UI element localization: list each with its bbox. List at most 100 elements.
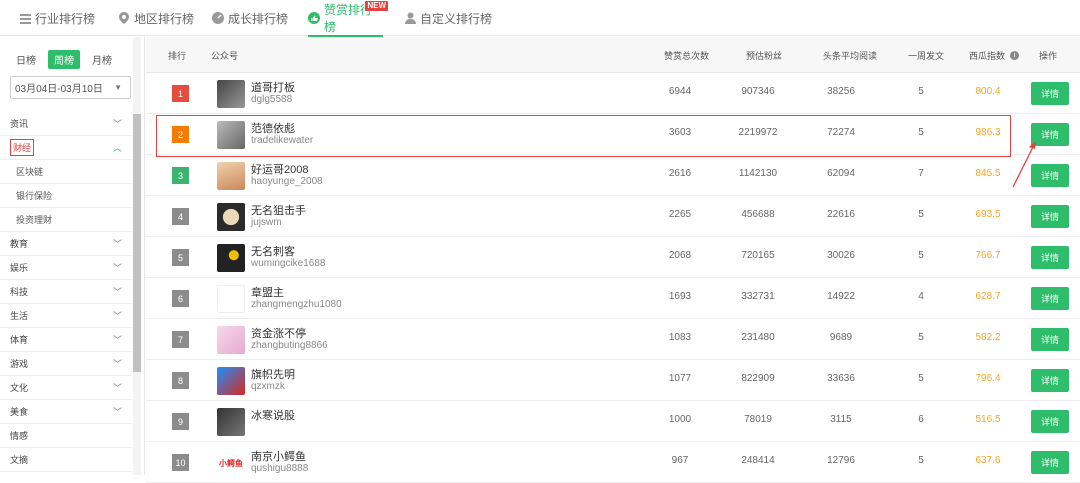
- account-name[interactable]: 旗帜先明: [251, 368, 295, 382]
- rank-badge: 8: [172, 372, 189, 389]
- chevron-up-icon: ︿: [112, 143, 122, 153]
- date-range-value: 03月04日-03月10日: [15, 84, 103, 95]
- chevron-down-icon: ﹀: [112, 311, 122, 321]
- table-row: 8 旗帜先明 qzxmzk 1077 822909 33636 5 796.4 …: [146, 360, 1080, 401]
- avatar[interactable]: [217, 162, 245, 190]
- category-culture[interactable]: 文化 ﹀: [0, 376, 132, 400]
- category-tech[interactable]: 科技 ﹀: [0, 280, 132, 304]
- header-appreciations[interactable]: 赞赏总次数: [664, 37, 709, 73]
- rank-badge: 3: [172, 167, 189, 184]
- xigua-index: 628.7: [975, 291, 1001, 302]
- weekly-posts: 5: [918, 373, 924, 384]
- period-month[interactable]: 月榜: [86, 50, 118, 69]
- new-badge: NEW: [365, 1, 388, 11]
- tab-growth[interactable]: 成长排行榜: [212, 0, 288, 36]
- subcategory-investment[interactable]: 投资理财: [0, 208, 132, 232]
- category-finance[interactable]: 财经 ︿: [0, 136, 132, 160]
- header-account: 公众号: [211, 50, 239, 61]
- avg-read: 38256: [827, 86, 855, 97]
- tab-region[interactable]: 地区排行榜: [118, 0, 194, 36]
- avatar[interactable]: [217, 203, 245, 231]
- xigua-index: 986.3: [975, 127, 1001, 138]
- subcategory-blockchain[interactable]: 区块链: [0, 160, 132, 184]
- category-education[interactable]: 教育 ﹀: [0, 232, 132, 256]
- avatar[interactable]: [217, 80, 245, 108]
- location-pin-icon: [118, 12, 130, 24]
- table-header: 排行 公众号 赞赏总次数 预估粉丝 头条平均阅读 一周发文 西瓜指数 i 操作: [146, 37, 1080, 73]
- avatar[interactable]: [217, 326, 245, 354]
- category-games[interactable]: 游戏 ﹀: [0, 352, 132, 376]
- avg-read: 14922: [827, 291, 855, 302]
- detail-button[interactable]: 详情: [1031, 369, 1069, 392]
- account-name[interactable]: 南京小鳄鱼: [251, 450, 306, 464]
- info-icon[interactable]: i: [1010, 50, 1020, 60]
- account-name[interactable]: 范德依彪: [251, 122, 295, 136]
- xigua-index: 845.5: [975, 168, 1001, 179]
- subcategory-banking-insurance[interactable]: 银行保险: [0, 184, 132, 208]
- tab-custom[interactable]: 自定义排行榜: [404, 0, 492, 36]
- avatar[interactable]: [217, 244, 245, 272]
- avatar-logo-text: 小鳄鱼: [219, 458, 243, 468]
- category-entertainment[interactable]: 娱乐 ﹀: [0, 256, 132, 280]
- detail-button[interactable]: 详情: [1031, 451, 1069, 474]
- appreciation-count: 1693: [668, 291, 692, 302]
- account-name[interactable]: 无名刺客: [251, 245, 295, 259]
- detail-button[interactable]: 详情: [1031, 287, 1069, 310]
- detail-button[interactable]: 详情: [1031, 410, 1069, 433]
- weekly-posts: 4: [918, 291, 924, 302]
- avg-read: 62094: [827, 168, 855, 179]
- account-name[interactable]: 资金涨不停: [251, 327, 306, 341]
- ranking-table: 1 道哥打板 dglg5588 6944 907346 38256 5 800.…: [146, 73, 1080, 483]
- avg-read: 9689: [829, 332, 853, 343]
- account-id: haoyunge_2008: [251, 176, 323, 187]
- tab-industry[interactable]: 行业排行榜: [19, 0, 95, 36]
- date-range-select[interactable]: 03月04日-03月10日 ▼: [10, 76, 131, 99]
- table-row: 10 小鳄鱼 南京小鳄鱼 qushigu8888 967 248414 1279…: [146, 442, 1080, 483]
- account-name[interactable]: 道哥打板: [251, 81, 295, 95]
- account-name[interactable]: 好运哥2008: [251, 163, 308, 177]
- estimated-fans: 720165: [741, 250, 775, 261]
- weekly-posts: 5: [918, 455, 924, 466]
- avatar[interactable]: [217, 285, 245, 313]
- account-name[interactable]: 冰寒说股: [251, 409, 295, 423]
- tab-label: 自定义排行榜: [420, 11, 493, 26]
- table-row: 4 无名狙击手 jujswm 2265 456688 22616 5 693.5…: [146, 196, 1080, 237]
- account-name[interactable]: 无名狙击手: [251, 204, 306, 218]
- period-switch: 日榜 周榜 月榜: [10, 50, 118, 69]
- thumbs-up-icon: [308, 12, 320, 24]
- header-fans[interactable]: 预估粉丝: [746, 37, 782, 73]
- table-row: 6 章盟主 zhangmengzhu1080 1693 332731 14922…: [146, 278, 1080, 319]
- category-life[interactable]: 生活 ﹀: [0, 304, 132, 328]
- detail-button[interactable]: 详情: [1031, 246, 1069, 269]
- scrollbar-thumb[interactable]: [133, 114, 141, 372]
- account-name[interactable]: 章盟主: [251, 286, 284, 300]
- weekly-posts: 5: [918, 127, 924, 138]
- period-day[interactable]: 日榜: [10, 50, 42, 69]
- category-food[interactable]: 美食 ﹀: [0, 400, 132, 424]
- header-avg-read[interactable]: 头条平均阅读: [823, 37, 877, 73]
- period-week[interactable]: 周榜: [48, 50, 80, 69]
- weekly-posts: 5: [918, 209, 924, 220]
- detail-button[interactable]: 详情: [1031, 328, 1069, 351]
- avatar[interactable]: [217, 121, 245, 149]
- account-id: qushigu8888: [251, 463, 309, 474]
- avg-read: 22616: [827, 209, 855, 220]
- header-xigua-index[interactable]: 西瓜指数 i: [969, 37, 1020, 73]
- category-news[interactable]: 资讯 ﹀: [0, 112, 132, 136]
- appreciation-count: 2265: [668, 209, 692, 220]
- detail-button[interactable]: 详情: [1031, 82, 1069, 105]
- avatar[interactable]: [217, 408, 245, 436]
- appreciation-count: 2068: [668, 250, 692, 261]
- weekly-posts: 5: [918, 250, 924, 261]
- category-emotion[interactable]: 情感: [0, 424, 132, 448]
- chevron-down-icon: ﹀: [112, 407, 122, 417]
- category-digest[interactable]: 文摘: [0, 448, 132, 472]
- category-sports[interactable]: 体育 ﹀: [0, 328, 132, 352]
- avatar[interactable]: 小鳄鱼: [217, 449, 245, 477]
- tab-appreciation[interactable]: 赞赏排行榜 NEW: [308, 0, 388, 37]
- rank-badge: 1: [172, 85, 189, 102]
- detail-button[interactable]: 详情: [1031, 205, 1069, 228]
- ranking-tabs: 行业排行榜 地区排行榜 成长排行榜 赞赏排行榜 NEW 自定义排行榜: [0, 0, 1080, 37]
- avatar[interactable]: [217, 367, 245, 395]
- header-weekly-posts[interactable]: 一周发文: [908, 37, 944, 73]
